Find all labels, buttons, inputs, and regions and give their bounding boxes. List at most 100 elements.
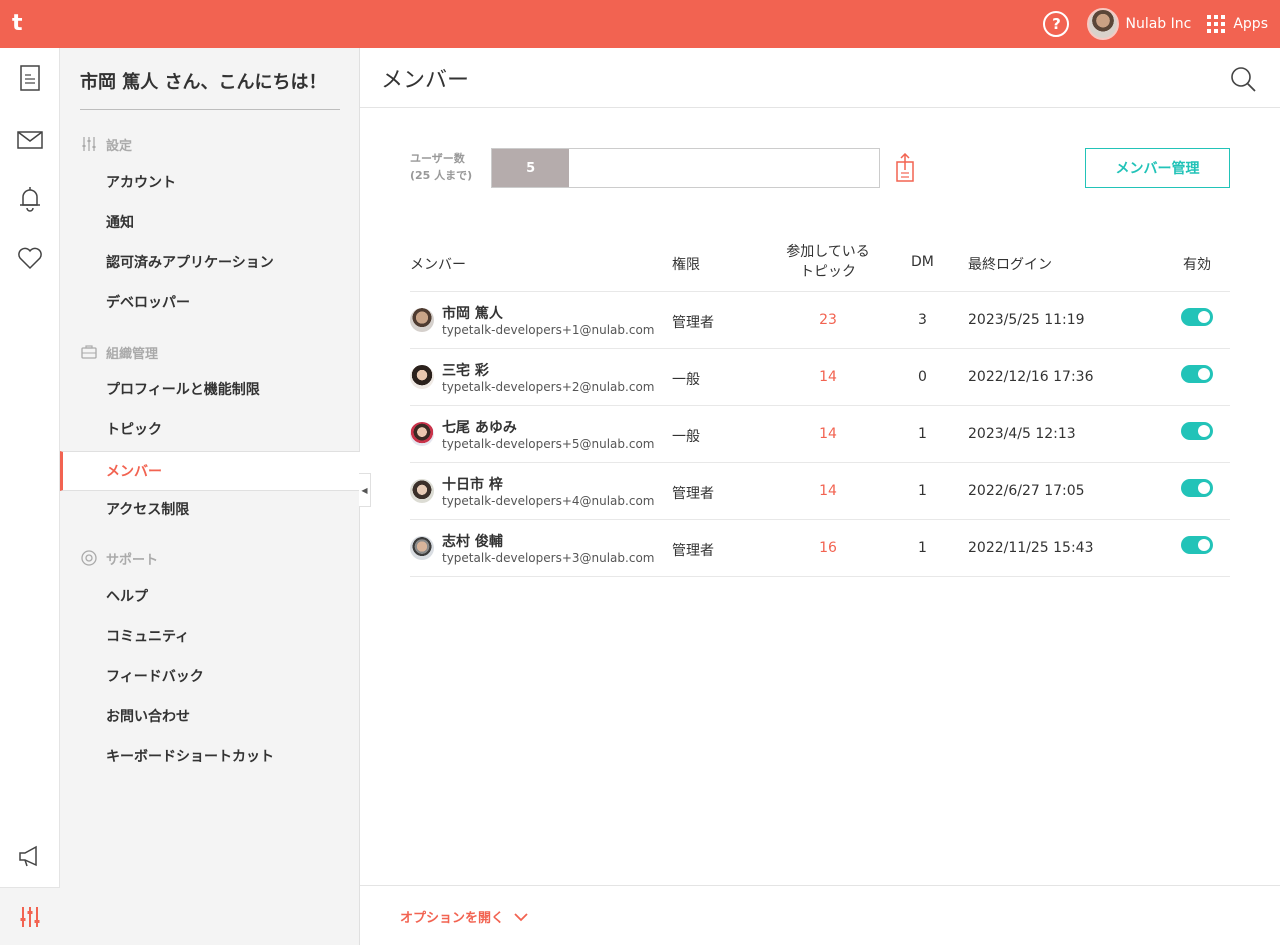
sliders-icon [20, 906, 40, 927]
member-dm-count: 0 [918, 369, 927, 385]
member-last-login: 2022/11/25 15:43 [968, 540, 1094, 556]
lifebuoy-icon [80, 549, 98, 567]
member-email: typetalk-developers+1@nulab.com [442, 323, 655, 337]
table-row: 十日市 梓 typetalk-developers+4@nulab.com 管理… [410, 462, 1230, 519]
mail-icon[interactable] [17, 127, 43, 153]
table-row: 志村 俊輔 typetalk-developers+3@nulab.com 管理… [410, 519, 1230, 576]
member-name[interactable]: 三宅 彩 [442, 360, 489, 380]
bell-icon[interactable] [17, 186, 43, 212]
settings-toggle[interactable] [0, 887, 60, 945]
column-header-topics[interactable]: 参加している トピック [780, 242, 876, 282]
user-count-fill: 5 [492, 149, 570, 187]
member-topic-count[interactable]: 14 [780, 369, 876, 385]
main-header: メンバー [360, 48, 1280, 108]
heart-icon[interactable] [17, 245, 43, 271]
sliders-icon [80, 135, 98, 153]
member-role: 管理者 [672, 315, 714, 331]
avatar [1087, 8, 1120, 40]
nav-item-access-control[interactable]: アクセス制限 [106, 500, 189, 520]
member-dm-count: 1 [918, 540, 927, 556]
member-last-login: 2023/5/25 11:19 [968, 312, 1085, 328]
avatar [410, 365, 434, 389]
avatar [410, 536, 434, 560]
section-support: サポート [80, 548, 158, 568]
open-options-link[interactable]: オプションを開く [400, 907, 528, 926]
nav-item-members[interactable]: メンバー [60, 451, 360, 491]
chevron-down-icon [514, 910, 528, 924]
section-title: 組織管理 [106, 346, 159, 362]
export-icon[interactable] [894, 152, 916, 183]
nav-item-contact[interactable]: お問い合わせ [106, 707, 190, 727]
org-name: Nulab Inc [1125, 16, 1192, 32]
member-last-login: 2022/12/16 17:36 [968, 369, 1094, 385]
table-bottom-divider [410, 576, 1230, 577]
member-email: typetalk-developers+2@nulab.com [442, 380, 655, 394]
member-last-login: 2022/6/27 17:05 [968, 483, 1085, 499]
column-header-member[interactable]: メンバー [410, 254, 466, 274]
nav-item-help[interactable]: ヘルプ [106, 587, 148, 607]
avatar [410, 422, 434, 446]
column-header-dm[interactable]: DM [911, 254, 934, 270]
member-topic-count[interactable]: 16 [780, 540, 876, 556]
member-dm-count: 1 [918, 483, 927, 499]
megaphone-icon[interactable] [17, 843, 43, 869]
avatar [410, 479, 434, 503]
nav-item-community[interactable]: コミュニティ [106, 627, 189, 647]
column-header-enabled: 有効 [1183, 257, 1211, 273]
nav-item-shortcuts[interactable]: キーボードショートカット [106, 747, 274, 767]
nav-item-account[interactable]: アカウント [106, 173, 176, 193]
member-name[interactable]: 志村 俊輔 [442, 531, 503, 551]
nav-item-feedback[interactable]: フィードバック [106, 667, 204, 687]
member-dm-count: 3 [918, 312, 927, 328]
table-row: 三宅 彩 typetalk-developers+2@nulab.com 一般 … [410, 348, 1230, 405]
nav-item-notifications[interactable]: 通知 [106, 213, 134, 233]
open-options-label: オプションを開く [400, 911, 505, 926]
help-icon[interactable]: ? [1043, 11, 1070, 37]
nav-item-topics[interactable]: トピック [106, 420, 162, 440]
document-icon[interactable] [17, 65, 43, 91]
column-header-last-login[interactable]: 最終ログイン [968, 254, 1052, 274]
member-email: typetalk-developers+3@nulab.com [442, 551, 655, 565]
left-rail [0, 48, 60, 945]
member-role: 一般 [672, 429, 700, 445]
user-count-label: ユーザー数 (25 人まで) [410, 152, 473, 182]
section-title: 設定 [106, 138, 133, 154]
member-name[interactable]: 市岡 篤人 [442, 303, 503, 323]
enabled-toggle[interactable] [1181, 536, 1213, 554]
collapse-nav-handle[interactable]: ◀ [359, 473, 371, 507]
table-row: 市岡 篤人 typetalk-developers+1@nulab.com 管理… [410, 291, 1230, 348]
search-icon[interactable] [1230, 66, 1256, 92]
top-bar-right: ? Nulab Inc Apps [1043, 0, 1280, 48]
member-topic-count[interactable]: 23 [780, 312, 876, 328]
section-org-admin: 組織管理 [80, 342, 158, 362]
settings-nav: 市岡 篤人 さん、こんにちは！ 設定 アカウント 通知 認可済みアプリケーション… [60, 48, 360, 945]
member-topic-count[interactable]: 14 [780, 483, 876, 499]
enabled-toggle[interactable] [1181, 365, 1213, 383]
member-topic-count[interactable]: 14 [780, 426, 876, 442]
nav-item-developer[interactable]: デベロッパー [106, 293, 190, 313]
member-role: 管理者 [672, 543, 714, 559]
enabled-toggle[interactable] [1181, 422, 1213, 440]
apps-label: Apps [1233, 16, 1268, 32]
typetalk-logo[interactable]: t [12, 12, 32, 36]
apps-grid-icon [1207, 15, 1226, 33]
nav-item-authorized-apps[interactable]: 認可済みアプリケーション [106, 253, 274, 273]
column-header-role[interactable]: 権限 [672, 254, 700, 274]
member-name[interactable]: 七尾 あゆみ [442, 417, 517, 437]
enabled-toggle[interactable] [1181, 308, 1213, 326]
enabled-toggle[interactable] [1181, 479, 1213, 497]
nav-item-profile[interactable]: プロフィールと機能制限 [106, 380, 260, 400]
org-switcher[interactable]: Nulab Inc [1087, 8, 1191, 40]
member-dm-count: 1 [918, 426, 927, 442]
apps-button[interactable]: Apps [1207, 15, 1268, 33]
section-title: サポート [106, 552, 159, 568]
nav-item-label: メンバー [106, 464, 162, 480]
greeting: 市岡 篤人 さん、こんにちは！ [80, 68, 340, 110]
member-name[interactable]: 十日市 梓 [442, 474, 503, 494]
top-bar: t ? Nulab Inc Apps [0, 0, 1280, 48]
manage-members-button[interactable]: メンバー管理 [1085, 148, 1230, 188]
page-title: メンバー [381, 68, 470, 93]
footer-bar: オプションを開く [360, 885, 1280, 945]
briefcase-icon [80, 343, 98, 361]
table-row: 七尾 あゆみ typetalk-developers+5@nulab.com 一… [410, 405, 1230, 462]
